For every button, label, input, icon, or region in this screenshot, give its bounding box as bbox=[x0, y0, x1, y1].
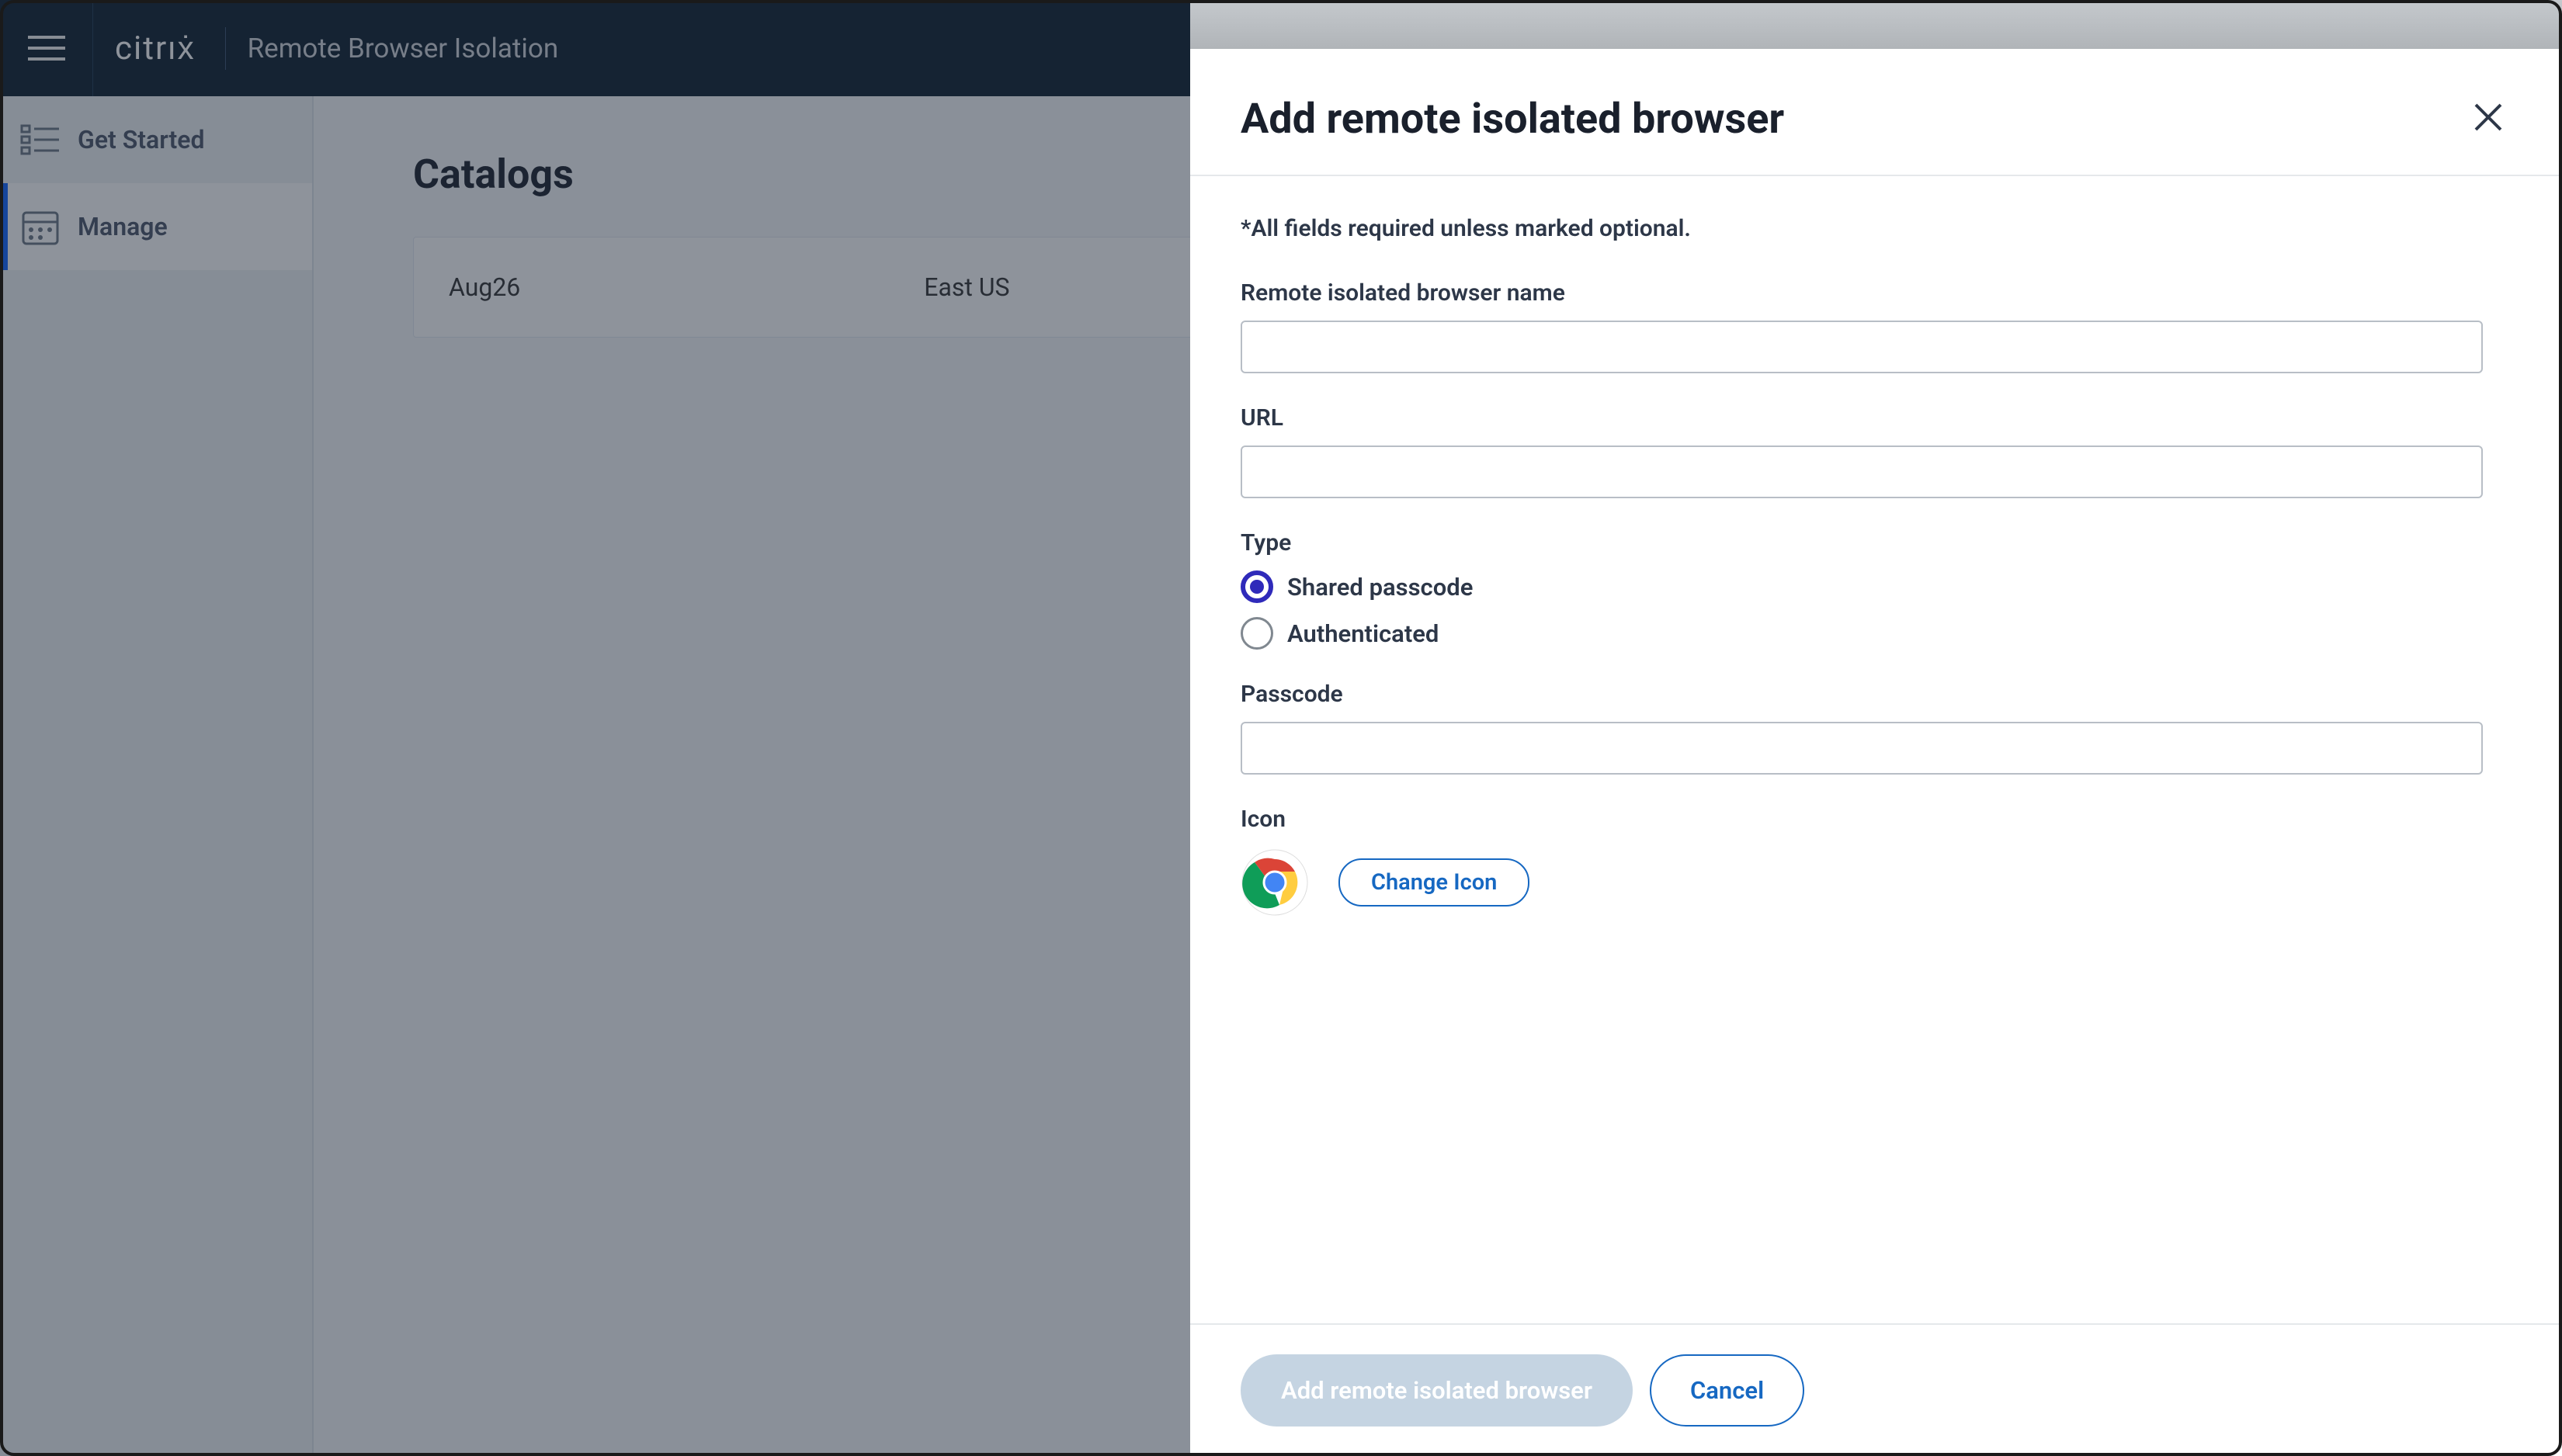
radio-circle bbox=[1241, 617, 1273, 650]
submit-button[interactable]: Add remote isolated browser bbox=[1241, 1354, 1633, 1427]
radio-label: Authenticated bbox=[1287, 619, 1439, 648]
url-input[interactable] bbox=[1241, 445, 2483, 498]
name-input[interactable] bbox=[1241, 321, 2483, 373]
name-label: Remote isolated browser name bbox=[1241, 279, 2512, 307]
chrome-icon bbox=[1241, 848, 1309, 917]
drawer-body: *All fields required unless marked optio… bbox=[1190, 176, 2562, 1323]
radio-circle-selected bbox=[1241, 570, 1273, 603]
url-label: URL bbox=[1241, 404, 2512, 432]
radio-shared-passcode[interactable]: Shared passcode bbox=[1241, 570, 2512, 603]
drawer-header: Add remote isolated browser bbox=[1190, 49, 2562, 176]
radio-authenticated[interactable]: Authenticated bbox=[1241, 617, 2512, 650]
passcode-input[interactable] bbox=[1241, 722, 2483, 775]
drawer-panel: Add remote isolated browser *All fields … bbox=[1190, 0, 2562, 1456]
type-radio-group: Shared passcode Authenticated bbox=[1241, 570, 2512, 650]
change-icon-button[interactable]: Change Icon bbox=[1338, 858, 1529, 907]
required-note: *All fields required unless marked optio… bbox=[1241, 215, 2512, 242]
radio-label: Shared passcode bbox=[1287, 573, 1473, 601]
drawer-title: Add remote isolated browser bbox=[1241, 95, 1784, 144]
passcode-label: Passcode bbox=[1241, 681, 2512, 708]
cancel-button[interactable]: Cancel bbox=[1650, 1354, 1804, 1427]
drawer-footer: Add remote isolated browser Cancel bbox=[1190, 1323, 2562, 1456]
close-button[interactable] bbox=[2465, 94, 2512, 144]
type-label: Type bbox=[1241, 529, 2512, 556]
icon-label: Icon bbox=[1241, 806, 2512, 833]
drawer-top-bar bbox=[1190, 0, 2562, 49]
close-icon bbox=[2473, 102, 2504, 133]
